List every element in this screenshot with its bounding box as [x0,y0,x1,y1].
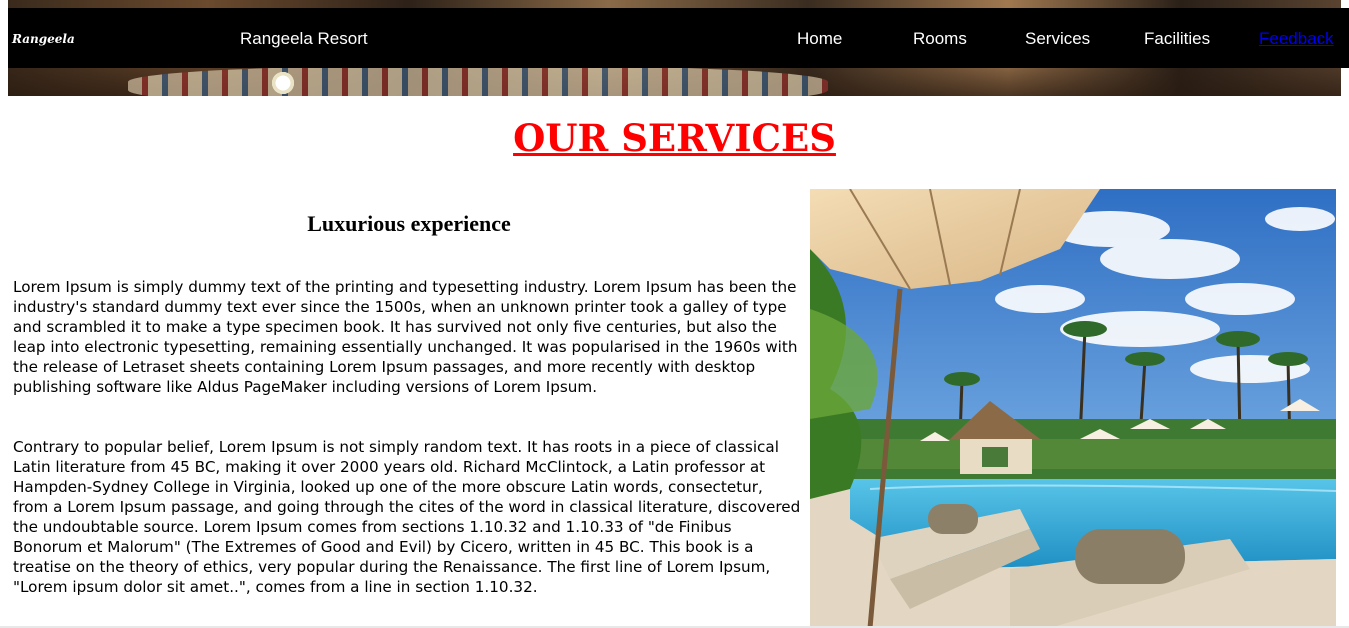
nav-link-rooms[interactable]: Rooms [913,29,967,49]
hero-flower [270,70,296,96]
resort-pool-image [810,189,1336,628]
navbar: Rangeela Rangeela Resort Home Rooms Serv… [8,8,1349,68]
hero-rug [128,66,828,96]
paragraph-2: Contrary to popular belief, Lorem Ipsum … [13,438,801,596]
section-heading: Luxurious experience [307,211,511,236]
brand-name: Rangeela Resort [240,29,368,48]
page-title: OUR SERVICES [513,116,836,160]
logo[interactable]: Rangeela [12,32,75,46]
nav-link-facilities[interactable]: Facilities [1144,29,1210,49]
paragraph-1: Lorem Ipsum is simply dummy text of the … [13,278,798,396]
nav-link-feedback[interactable]: Feedback [1259,29,1334,49]
nav-link-services[interactable]: Services [1025,29,1090,49]
nav-link-home[interactable]: Home [797,29,842,49]
